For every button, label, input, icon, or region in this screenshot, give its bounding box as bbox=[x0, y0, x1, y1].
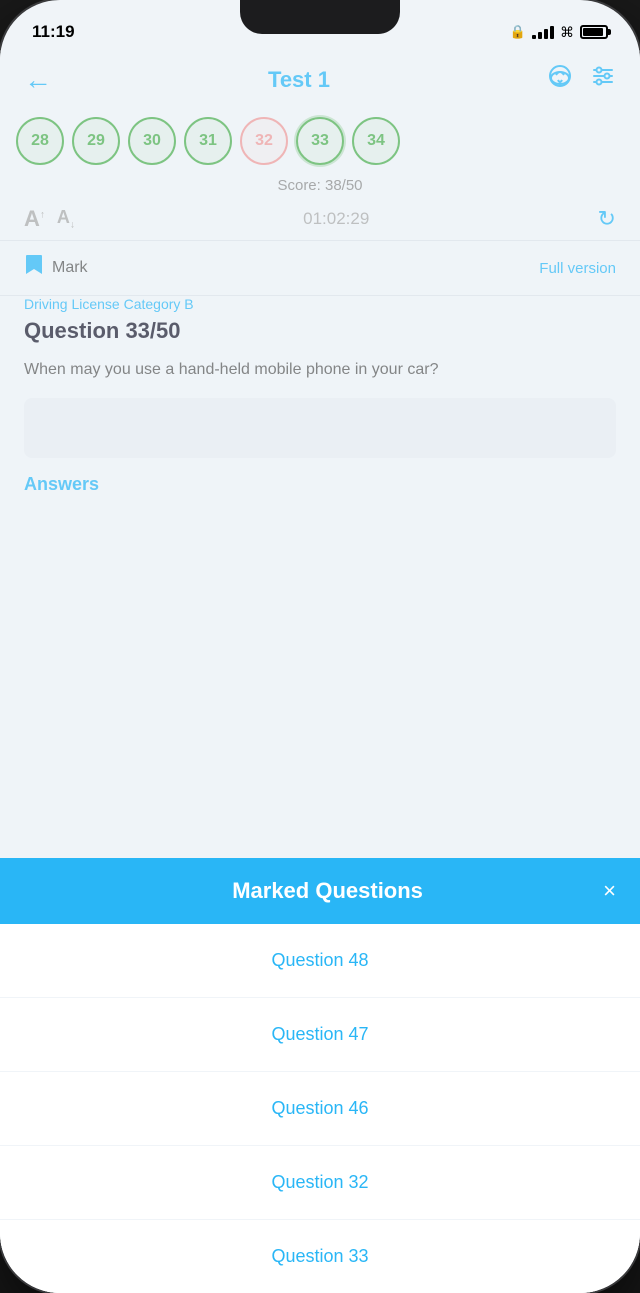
status-icons: 🔒 ⌘ bbox=[510, 24, 608, 41]
modal-title: Marked Questions bbox=[52, 878, 603, 904]
wifi-icon: ⌘ bbox=[560, 24, 574, 41]
modal-list: Question 48Question 47Question 46Questio… bbox=[0, 924, 640, 1293]
modal-list-item[interactable]: Question 48 bbox=[0, 924, 640, 998]
lock-icon: 🔒 bbox=[510, 24, 526, 40]
modal-list-item[interactable]: Question 47 bbox=[0, 998, 640, 1072]
modal-close-button[interactable]: × bbox=[603, 880, 616, 902]
app-content: ← Test 1 bbox=[0, 50, 640, 1293]
battery-icon bbox=[580, 25, 608, 39]
modal-list-item[interactable]: Question 46 bbox=[0, 1072, 640, 1146]
modal-list-item[interactable]: Question 33 bbox=[0, 1220, 640, 1293]
modal-header: Marked Questions × bbox=[0, 858, 640, 924]
status-time: 11:19 bbox=[32, 22, 75, 42]
signal-bars-icon bbox=[532, 25, 554, 39]
modal-panel: Marked Questions × Question 48Question 4… bbox=[0, 858, 640, 1293]
modal-list-item[interactable]: Question 32 bbox=[0, 1146, 640, 1220]
